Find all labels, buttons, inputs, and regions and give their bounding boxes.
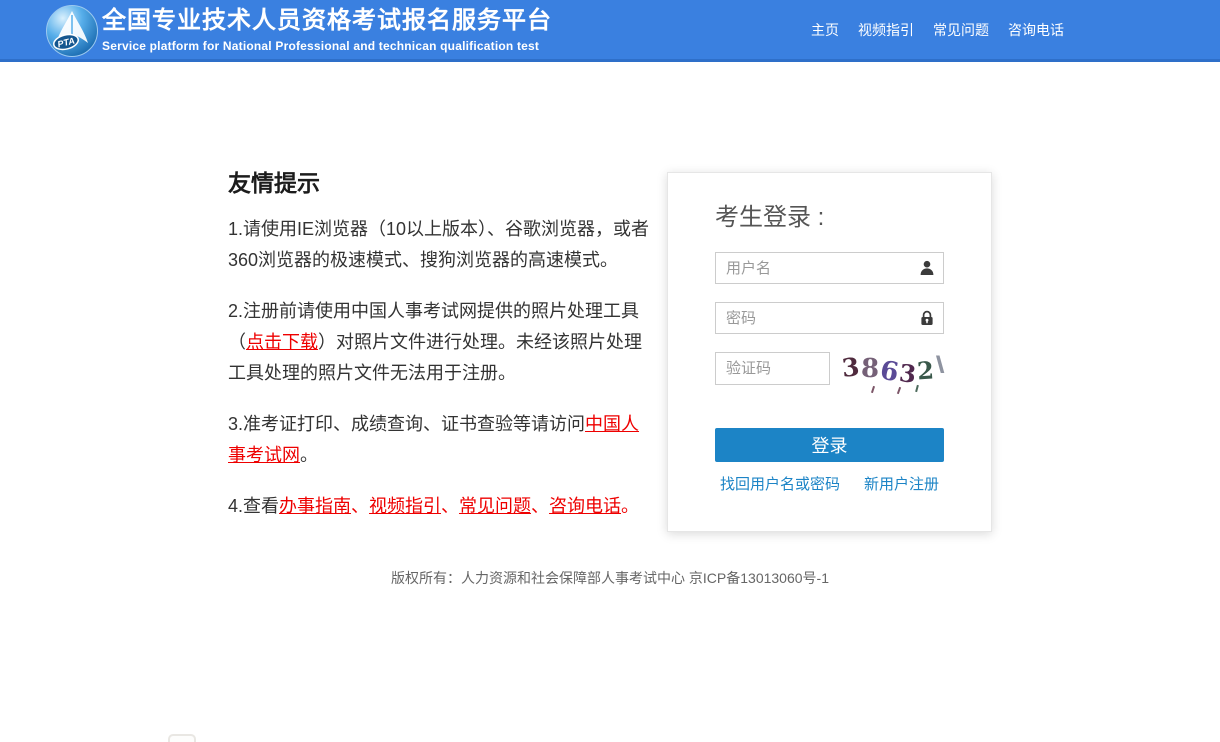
page: PTA 全国专业技术人员资格考试报名服务平台 Service platform … bbox=[0, 0, 1220, 742]
captcha-digit: 2 bbox=[916, 355, 935, 386]
download-photo-tool-link[interactable]: 点击下载 bbox=[246, 332, 318, 352]
tip-3-text-before: 3.准考证打印、成绩查询、证书查验等请访问 bbox=[228, 414, 585, 434]
captcha-noise-tick bbox=[897, 387, 901, 394]
username-input[interactable] bbox=[715, 252, 944, 284]
login-button[interactable]: 登录 bbox=[715, 428, 944, 462]
phone-link[interactable]: 咨询电话 bbox=[549, 496, 621, 516]
captcha-row: 3 8 6 3 2 \\ bbox=[715, 352, 944, 391]
user-icon bbox=[918, 259, 936, 277]
top-navigation: 主页 视频指引 常见问题 咨询电话 bbox=[811, 0, 1064, 59]
nav-link-faq[interactable]: 常见问题 bbox=[933, 20, 989, 40]
nav-link-phone[interactable]: 咨询电话 bbox=[1008, 20, 1064, 40]
pta-logo-icon: PTA bbox=[46, 5, 98, 57]
separator: 、 bbox=[351, 496, 369, 516]
tips-section: 友情提示 1.请使用IE浏览器（10以上版本）、谷歌浏览器，或者360浏览器的极… bbox=[228, 170, 652, 542]
captcha-digit: 8 bbox=[861, 354, 880, 385]
captcha-noise-tick bbox=[871, 386, 875, 393]
tip-4-text-before: 4.查看 bbox=[228, 496, 279, 516]
login-helper-links: 找回用户名或密码 新用户注册 bbox=[715, 473, 944, 494]
site-title: 全国专业技术人员资格考试报名服务平台 bbox=[102, 7, 552, 35]
forgot-credentials-link[interactable]: 找回用户名或密码 bbox=[720, 473, 840, 494]
nav-link-video-guide[interactable]: 视频指引 bbox=[858, 20, 914, 40]
separator: 、 bbox=[531, 496, 549, 516]
login-card: 考生登录 : bbox=[667, 172, 992, 532]
nav-link-home[interactable]: 主页 bbox=[811, 20, 839, 40]
tip-item-4: 4.查看办事指南、视频指引、常见问题、咨询电话。 bbox=[228, 491, 652, 522]
tip-item-3: 3.准考证打印、成绩查询、证书查验等请访问中国人事考试网。 bbox=[228, 409, 652, 471]
tip-item-2: 2.注册前请使用中国人事考试网提供的照片处理工具（点击下载）对照片文件进行处理。… bbox=[228, 296, 652, 389]
video-guide-link[interactable]: 视频指引 bbox=[369, 496, 441, 516]
password-input[interactable] bbox=[715, 302, 944, 334]
captcha-image[interactable]: 3 8 6 3 2 \\ bbox=[842, 353, 944, 391]
captcha-digit: 3 bbox=[840, 352, 860, 384]
site-subtitle: Service platform for National Profession… bbox=[102, 39, 552, 53]
faq-link[interactable]: 常见问题 bbox=[459, 496, 531, 516]
tip-item-1: 1.请使用IE浏览器（10以上版本）、谷歌浏览器，或者360浏览器的极速模式、搜… bbox=[228, 214, 652, 276]
tip-1-text: 1.请使用IE浏览器（10以上版本）、谷歌浏览器，或者360浏览器的极速模式、搜… bbox=[228, 219, 649, 270]
header-bar: PTA 全国专业技术人员资格考试报名服务平台 Service platform … bbox=[0, 0, 1220, 62]
service-guide-link[interactable]: 办事指南 bbox=[279, 496, 351, 516]
username-field-wrap bbox=[715, 252, 944, 284]
captcha-digit: 6 bbox=[877, 356, 900, 389]
copyright-footer: 版权所有：人力资源和社会保障部人事考试中心 京ICP备13013060号-1 bbox=[0, 568, 1220, 588]
tips-heading: 友情提示 bbox=[228, 170, 652, 196]
captcha-input[interactable] bbox=[715, 352, 830, 385]
captcha-digit: 3 bbox=[897, 358, 917, 390]
brand-block: 全国专业技术人员资格考试报名服务平台 Service platform for … bbox=[102, 7, 552, 53]
password-field-wrap bbox=[715, 302, 944, 334]
captcha-noise-slashes: \\ bbox=[936, 351, 939, 381]
captcha-noise-tick bbox=[915, 385, 919, 392]
tip-4-period: 。 bbox=[621, 496, 639, 516]
cutoff-edge-artifact bbox=[168, 734, 196, 742]
login-heading: 考生登录 : bbox=[715, 203, 944, 232]
separator: 、 bbox=[441, 496, 459, 516]
tip-3-text-after: 。 bbox=[300, 445, 318, 465]
register-new-user-link[interactable]: 新用户注册 bbox=[864, 473, 939, 494]
lock-icon bbox=[918, 309, 936, 327]
